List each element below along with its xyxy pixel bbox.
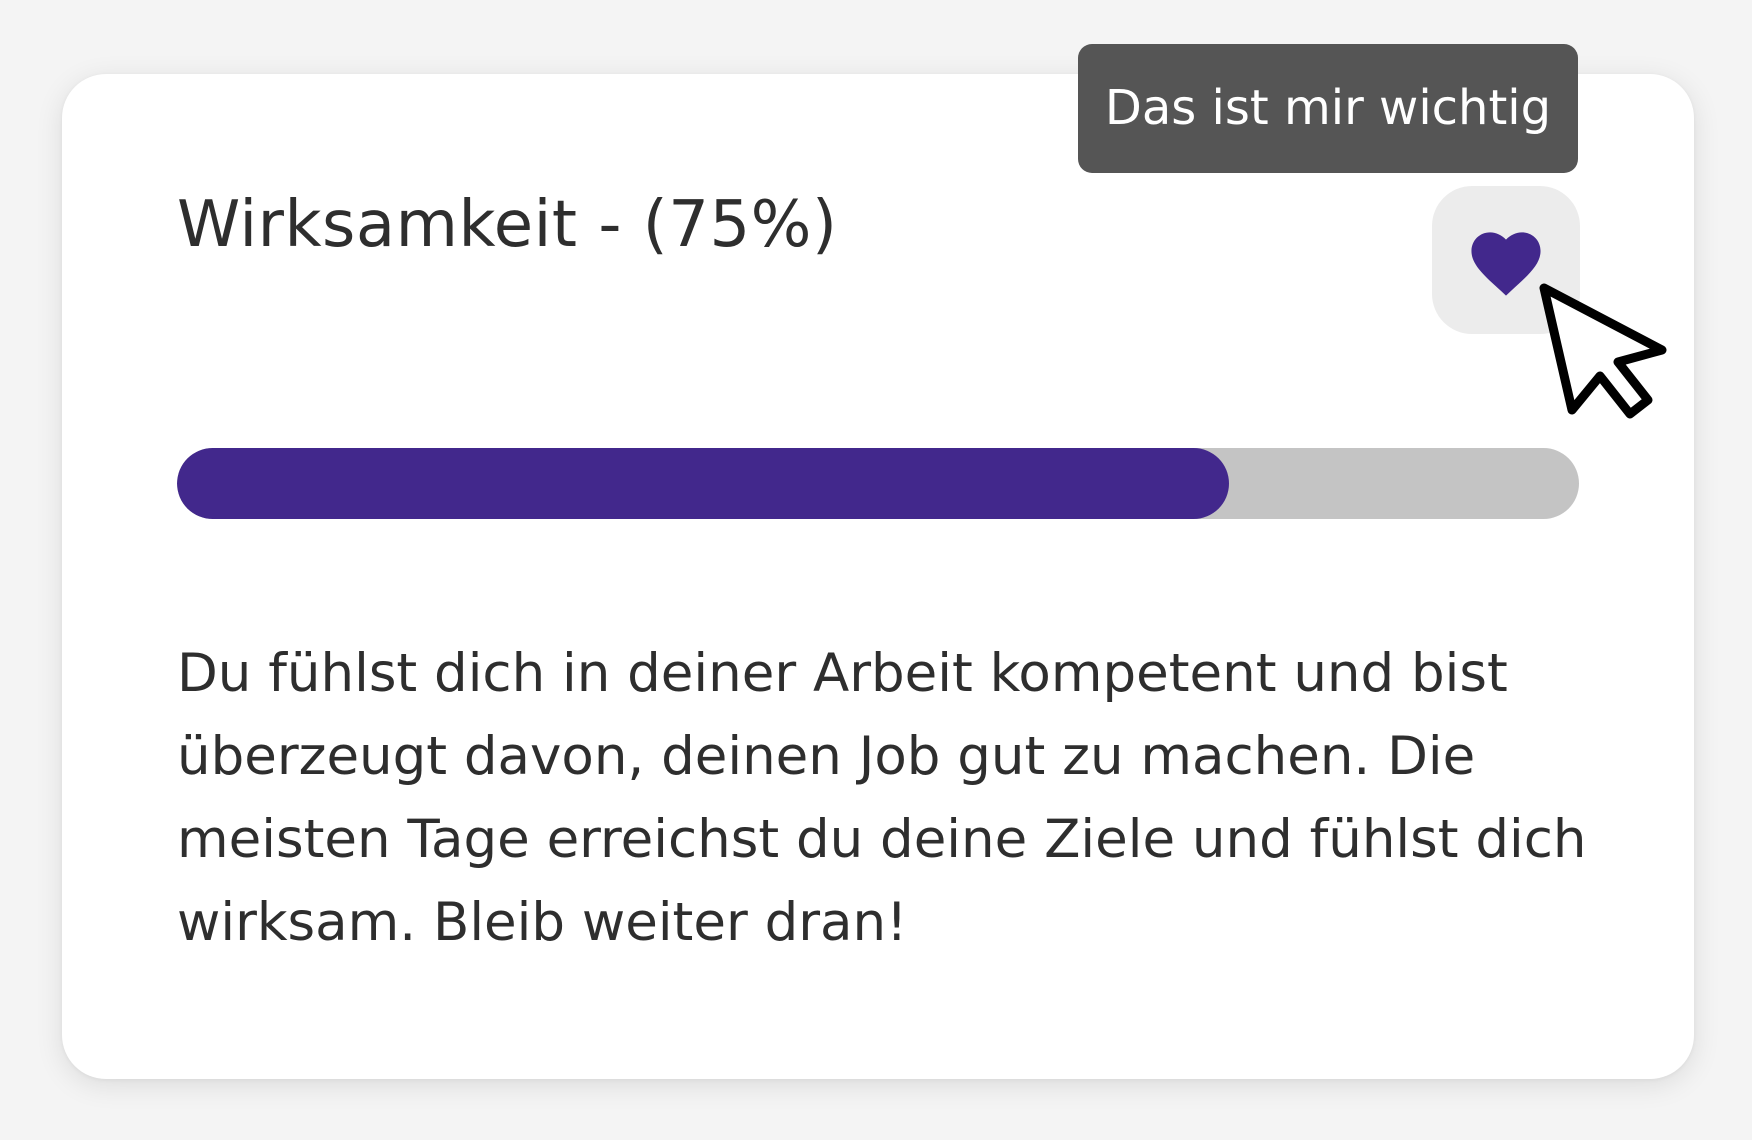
favorite-button[interactable] — [1432, 186, 1580, 334]
stage: Wirksamkeit - (75%) Das ist mir wichtig … — [0, 0, 1752, 1140]
tooltip: Das ist mir wichtig — [1078, 44, 1578, 173]
heart-icon — [1471, 232, 1541, 296]
heart-shape — [1471, 232, 1541, 296]
card-description: Du fühlst dich in deiner Arbeit kompeten… — [177, 643, 1587, 953]
progress-bar — [177, 448, 1579, 519]
card-title: Wirksamkeit - (75%) — [177, 188, 838, 262]
progress-bar-fill — [177, 448, 1229, 519]
